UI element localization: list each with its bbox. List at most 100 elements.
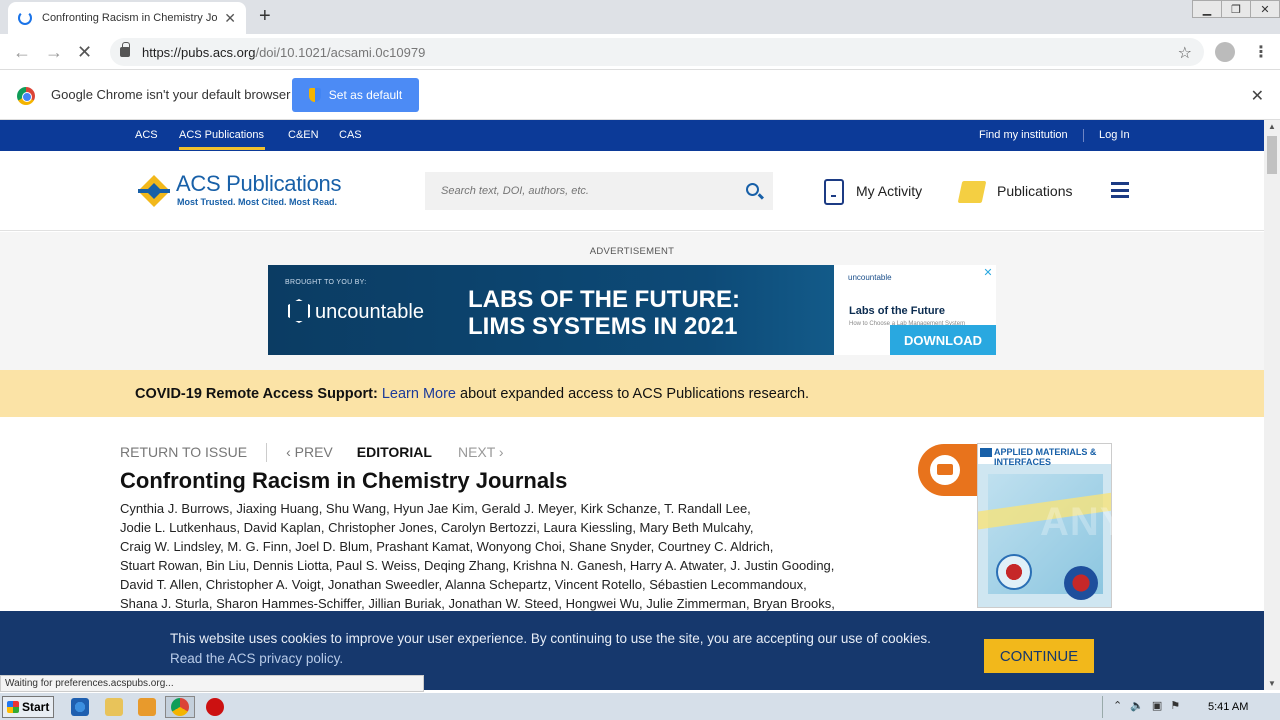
ad-banner[interactable]: BROUGHT TO YOU BY: uncountable LABS OF T… bbox=[268, 265, 996, 355]
author-line[interactable]: Jodie L. Lutkenhaus, David Kaplan, Chris… bbox=[120, 518, 890, 537]
taskbar-clock[interactable]: 5:41 AM bbox=[1208, 701, 1248, 713]
windows-taskbar: Start ⌃🔈▣⚑ 5:41 AM bbox=[0, 692, 1280, 720]
search-icon[interactable] bbox=[746, 183, 759, 196]
active-tab-indicator bbox=[179, 147, 265, 150]
article-title: Confronting Racism in Chemistry Journals bbox=[120, 468, 568, 493]
email-alert-button[interactable] bbox=[918, 444, 978, 496]
tray-icons[interactable]: ⌃🔈▣⚑ bbox=[1113, 699, 1188, 712]
set-as-default-button[interactable]: Set as default bbox=[292, 78, 419, 112]
file-explorer-icon[interactable] bbox=[105, 698, 123, 716]
cover-title: APPLIED MATERIALS & INTERFACES bbox=[994, 447, 1097, 467]
ad-card-title: Labs of the Future bbox=[849, 305, 945, 317]
tab-close-icon[interactable]: ✕ bbox=[224, 10, 236, 27]
nav-divider bbox=[266, 443, 268, 462]
url-host: https://pubs.acs.org bbox=[142, 44, 256, 60]
covid-notice-body: about expanded access to ACS Publication… bbox=[460, 386, 810, 402]
stop-sign-icon[interactable] bbox=[206, 698, 224, 716]
privacy-policy-link[interactable]: Read the ACS privacy policy. bbox=[170, 651, 343, 666]
chrome-logo-icon bbox=[17, 87, 35, 105]
search-input[interactable] bbox=[425, 172, 773, 210]
back-arrow-icon[interactable]: ← bbox=[13, 42, 31, 63]
site-header: ACS Publications Most Trusted. Most Cite… bbox=[0, 151, 1264, 231]
close-window-icon[interactable]: ✕ bbox=[1250, 0, 1280, 18]
forward-arrow-icon[interactable]: → bbox=[45, 42, 63, 63]
scroll-up-icon[interactable]: ▲ bbox=[1264, 122, 1280, 131]
uac-shield-icon bbox=[308, 88, 321, 102]
author-line[interactable]: Craig W. Lindsley, M. G. Finn, Joel D. B… bbox=[120, 537, 890, 556]
url-bar[interactable]: https://pubs.acs.org/doi/10.1021/acsami.… bbox=[110, 38, 1204, 66]
continue-button[interactable]: CONTINUE bbox=[984, 639, 1094, 673]
publications-link[interactable]: Publications bbox=[997, 183, 1073, 199]
nav-divider bbox=[1083, 129, 1084, 142]
infobar-close-icon[interactable]: ✕ bbox=[1251, 86, 1264, 106]
cover-acs-icon bbox=[980, 448, 992, 457]
advertisement-area: ADVERTISEMENT BROUGHT TO YOU BY: uncount… bbox=[0, 232, 1264, 370]
advertisement-label: ADVERTISEMENT bbox=[589, 246, 675, 257]
web-page: ACS ACS Publications C&EN CAS Find my in… bbox=[0, 120, 1264, 690]
cover-sphere bbox=[996, 554, 1032, 590]
find-institution-link[interactable]: Find my institution bbox=[979, 129, 1068, 141]
bookmark-star-icon[interactable]: ☆ bbox=[1178, 43, 1192, 63]
learn-more-link[interactable]: Learn More bbox=[382, 386, 456, 402]
nav-link-cas[interactable]: CAS bbox=[339, 129, 362, 141]
ad-brought-by: BROUGHT TO YOU BY: bbox=[285, 279, 367, 286]
next-article-link[interactable]: NEXT › bbox=[458, 444, 504, 462]
tab-title: Confronting Racism in Chemistry Jou bbox=[42, 12, 219, 24]
address-toolbar: ← → ✕ https://pubs.acs.org/doi/10.1021/a… bbox=[0, 34, 1280, 70]
author-line[interactable]: Cynthia J. Burrows, Jiaxing Huang, Shu W… bbox=[120, 499, 890, 518]
browser-tab[interactable]: Confronting Racism in Chemistry Jou ✕ bbox=[8, 2, 246, 34]
internet-explorer-icon[interactable] bbox=[71, 698, 89, 716]
default-browser-infobar: Google Chrome isn't your default browser… bbox=[0, 70, 1280, 120]
profile-avatar-icon[interactable] bbox=[1215, 42, 1235, 62]
new-tab-button[interactable]: + bbox=[259, 5, 271, 28]
cookie-text: This website uses cookies to improve you… bbox=[170, 631, 931, 646]
author-list: Cynthia J. Burrows, Jiaxing Huang, Shu W… bbox=[120, 499, 890, 613]
stop-loading-icon[interactable]: ✕ bbox=[77, 42, 92, 63]
restore-icon[interactable]: ❐ bbox=[1221, 0, 1251, 18]
media-player-icon[interactable] bbox=[138, 698, 156, 716]
logo-wordmark[interactable]: ACS Publications bbox=[176, 171, 341, 197]
my-activity-link[interactable]: My Activity bbox=[856, 183, 922, 199]
lock-icon[interactable] bbox=[120, 42, 130, 57]
uncountable-logo-icon bbox=[288, 299, 310, 323]
loading-spinner-icon bbox=[18, 11, 32, 25]
login-link[interactable]: Log In bbox=[1099, 129, 1130, 141]
minimize-icon[interactable]: ▁ bbox=[1192, 0, 1222, 18]
cookie-message: This website uses cookies to improve you… bbox=[170, 629, 960, 668]
system-tray: ⌃🔈▣⚑ bbox=[1102, 696, 1278, 718]
my-activity-icon[interactable] bbox=[824, 179, 844, 205]
ad-headline-1: LABS OF THE FUTURE: bbox=[468, 286, 740, 313]
return-to-issue-link[interactable]: RETURN TO ISSUE bbox=[120, 444, 247, 462]
menu-kebab-icon[interactable]: ⋮ bbox=[1253, 42, 1269, 62]
article-type: EDITORIAL bbox=[356, 444, 432, 460]
nav-link-cen[interactable]: C&EN bbox=[288, 129, 319, 141]
covid-notice-heading: COVID-19 Remote Access Support: bbox=[135, 386, 378, 402]
ad-brand: uncountable bbox=[315, 301, 424, 323]
cover-header: APPLIED MATERIALS & INTERFACES bbox=[978, 444, 1111, 467]
anyrun-watermark: ANY RUN bbox=[1040, 500, 1229, 544]
page-scrollbar[interactable]: ▲ ▼ bbox=[1264, 120, 1280, 690]
logo-tagline: Most Trusted. Most Cited. Most Read. bbox=[177, 197, 338, 207]
status-bubble: Waiting for preferences.acspubs.org... bbox=[0, 675, 424, 692]
infobar-message: Google Chrome isn't your default browser bbox=[51, 87, 291, 102]
set-as-default-label: Set as default bbox=[328, 88, 403, 102]
start-button[interactable]: Start bbox=[2, 696, 54, 718]
windows-logo-icon bbox=[7, 701, 19, 713]
hamburger-menu-icon[interactable] bbox=[1111, 182, 1129, 198]
scroll-down-icon[interactable]: ▼ bbox=[1264, 679, 1280, 688]
browser-tabbar: Confronting Racism in Chemistry Jou ✕ + … bbox=[0, 0, 1280, 34]
prev-article-link[interactable]: ‹ PREV bbox=[286, 444, 333, 462]
ad-close-icon[interactable]: ✕ bbox=[980, 265, 996, 281]
nav-link-acs-publications[interactable]: ACS Publications bbox=[179, 129, 264, 141]
nav-link-acs[interactable]: ACS bbox=[135, 129, 158, 141]
start-label: Start bbox=[22, 700, 50, 714]
top-navigation: ACS ACS Publications C&EN CAS Find my in… bbox=[0, 120, 1264, 151]
ad-download-button[interactable]: DOWNLOAD bbox=[890, 325, 996, 355]
author-line[interactable]: David T. Allen, Christopher A. Voigt, Jo… bbox=[120, 575, 890, 594]
chrome-icon[interactable] bbox=[171, 698, 189, 716]
acs-logo-icon[interactable] bbox=[136, 173, 172, 209]
publications-book-icon[interactable] bbox=[957, 181, 987, 203]
author-line[interactable]: Stuart Rowan, Bin Liu, Dennis Liotta, Pa… bbox=[120, 556, 890, 575]
ad-headline-2: LIMS SYSTEMS IN 2021 bbox=[468, 313, 738, 340]
scroll-thumb[interactable] bbox=[1267, 136, 1277, 174]
